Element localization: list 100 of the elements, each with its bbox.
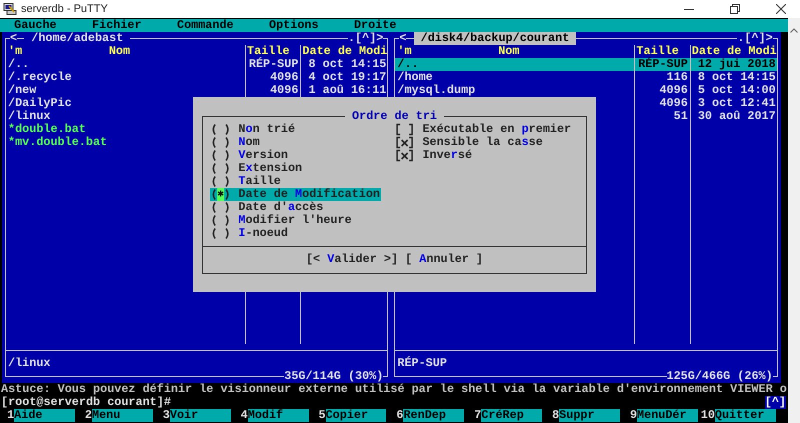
sort-option[interactable]: I-noeud: [210, 227, 289, 240]
file-row[interactable]: 4096 3 oct 12:41: [395, 97, 777, 110]
file-date: 8 oct 14:15: [698, 70, 776, 84]
sort-option[interactable]: Nom: [210, 136, 261, 149]
panel-path[interactable]: /home/adebast: [24, 32, 130, 45]
column-header[interactable]: 'm: [8, 45, 22, 58]
file-name: /.recycle: [8, 70, 72, 84]
function-key-button[interactable]: Modif: [248, 409, 309, 422]
checkbox[interactable]: [394, 136, 416, 149]
column-header[interactable]: Taille: [635, 45, 679, 58]
file-name: /new: [8, 83, 36, 97]
file-name: /home: [397, 70, 433, 84]
function-key-button[interactable]: MenuDér: [637, 409, 698, 422]
file-size: 4096: [659, 83, 688, 97]
function-key-number: 5: [318, 409, 326, 422]
hint-text: Astuce: Vous pouvez définir le visionneur externe utilisé par le shell via la variable d'environnement VIEWER o: [0, 383, 787, 396]
restore-icon[interactable]: [730, 4, 740, 14]
file-date: 8 oct 14:15: [308, 57, 386, 71]
column-header[interactable]: 'm: [397, 45, 412, 58]
function-key-button[interactable]: Menu: [92, 409, 153, 422]
function-key-button[interactable]: Voir: [170, 409, 231, 422]
file-size: 4096: [270, 83, 298, 97]
menu-item[interactable]: Options: [269, 19, 319, 32]
file-row[interactable]: /.. RÉP-SUP 8 oct 14:15: [6, 58, 388, 71]
menu-item[interactable]: Droite: [354, 19, 396, 32]
function-key-button[interactable]: Copier: [326, 409, 386, 422]
radio-button[interactable]: [210, 201, 232, 214]
file-row[interactable]: /home 116 8 oct 14:15: [395, 71, 777, 84]
checkbox[interactable]: [394, 149, 416, 162]
file-date: 1 aoû 16:11: [308, 83, 386, 97]
mini-status: RÉP-SUP: [397, 357, 447, 370]
column-header[interactable]: Date de Modi: [301, 45, 388, 58]
radio-button[interactable]: [210, 123, 232, 136]
disk-usage: 125G/466G (26%): [666, 370, 773, 383]
scroll-marker[interactable]: [^]: [764, 396, 786, 409]
file-name: /..: [397, 57, 419, 71]
file-date: 3 oct 12:41: [698, 96, 776, 110]
dialog-button[interactable]: [< Valider >]: [306, 253, 398, 266]
back-arrow[interactable]: <: [10, 32, 18, 45]
file-size: 4096: [659, 96, 688, 110]
window-title: serverdb - PuTTY: [21, 3, 108, 15]
back-arrow[interactable]: <: [399, 32, 406, 45]
function-key-number: 8: [551, 409, 560, 422]
sort-flag-option[interactable]: Inversé: [394, 149, 474, 162]
sort-option[interactable]: Extension: [210, 162, 304, 175]
radio-button[interactable]: [210, 175, 232, 188]
sort-option[interactable]: Version: [210, 149, 289, 162]
column-header[interactable]: Nom: [498, 44, 520, 58]
radio-button[interactable]: [210, 136, 232, 149]
function-key-button[interactable]: Aide: [14, 409, 76, 422]
file-date: 5 oct 14:00: [698, 83, 776, 97]
panel-corner-controls[interactable]: .[^]>: [737, 32, 773, 45]
file-date: 4 oct 19:17: [308, 70, 386, 84]
function-key-number: 4: [240, 409, 248, 422]
close-icon[interactable]: [776, 4, 786, 14]
checkbox[interactable]: [394, 123, 416, 136]
column-header[interactable]: Taille: [246, 45, 290, 58]
file-row[interactable]: /mysql.dump 4096 5 oct 14:00: [395, 84, 777, 97]
menu-item[interactable]: Commande: [176, 19, 234, 32]
radio-button[interactable]: [210, 214, 232, 227]
file-name: /DailyPic: [8, 96, 72, 110]
radio-button[interactable]: [210, 227, 232, 240]
sort-flag-option[interactable]: Sensible la casse: [394, 136, 544, 149]
column-header[interactable]: Nom: [108, 44, 130, 58]
panel-path[interactable]: /disk4/backup/courant: [414, 32, 576, 45]
function-key-number: 2: [84, 409, 92, 422]
panel-corner-controls[interactable]: .[^]>: [348, 32, 384, 45]
function-key-number: 10: [700, 409, 715, 422]
function-key-number: 7: [473, 409, 482, 422]
disk-usage: 35G/114G (30%): [284, 370, 384, 383]
menu-item[interactable]: Gauche: [14, 19, 57, 32]
column-header[interactable]: Date de Modi: [690, 45, 777, 58]
sort-option[interactable]: Non trié: [210, 123, 296, 136]
function-key-number: 1: [6, 409, 14, 422]
function-key-button[interactable]: Suppr: [559, 409, 620, 422]
dialog-button[interactable]: [ Annuler ]: [405, 253, 484, 266]
scroll-up-icon[interactable]: [790, 28, 798, 33]
radio-button[interactable]: [210, 188, 232, 201]
file-row[interactable]: /.recycle 4096 4 oct 19:17: [6, 71, 388, 84]
sort-option[interactable]: Modifier l'heure: [210, 214, 353, 227]
sort-option[interactable]: Date de Modification: [210, 188, 381, 201]
function-key-number: 9: [628, 409, 638, 422]
radio-button[interactable]: [210, 162, 232, 175]
radio-button[interactable]: [210, 149, 232, 162]
scroll-bar[interactable]: [788, 18, 800, 423]
function-key-button[interactable]: Quitter: [714, 409, 776, 422]
file-size: 51: [674, 109, 688, 123]
function-key-number: 6: [395, 409, 404, 422]
sort-flag-option[interactable]: Exécutable en premier: [394, 123, 572, 136]
sort-option[interactable]: Taille: [210, 175, 282, 188]
file-size: RÉP-SUP: [638, 57, 688, 71]
function-key-button[interactable]: RenDep: [403, 409, 464, 422]
menu-item[interactable]: Fichier: [92, 19, 142, 32]
file-row[interactable]: /.. RÉP-SUP 12 jui 2018: [395, 58, 777, 71]
function-key-button[interactable]: CréRep: [481, 409, 542, 422]
dialog-title: Ordre de tri: [351, 110, 438, 123]
file-date: 12 jui 2018: [698, 57, 776, 71]
sort-option[interactable]: Date d'accès: [210, 201, 324, 214]
file-size: 4096: [270, 70, 298, 84]
shell-prompt: [root@serverdb courant]#: [1, 396, 171, 409]
